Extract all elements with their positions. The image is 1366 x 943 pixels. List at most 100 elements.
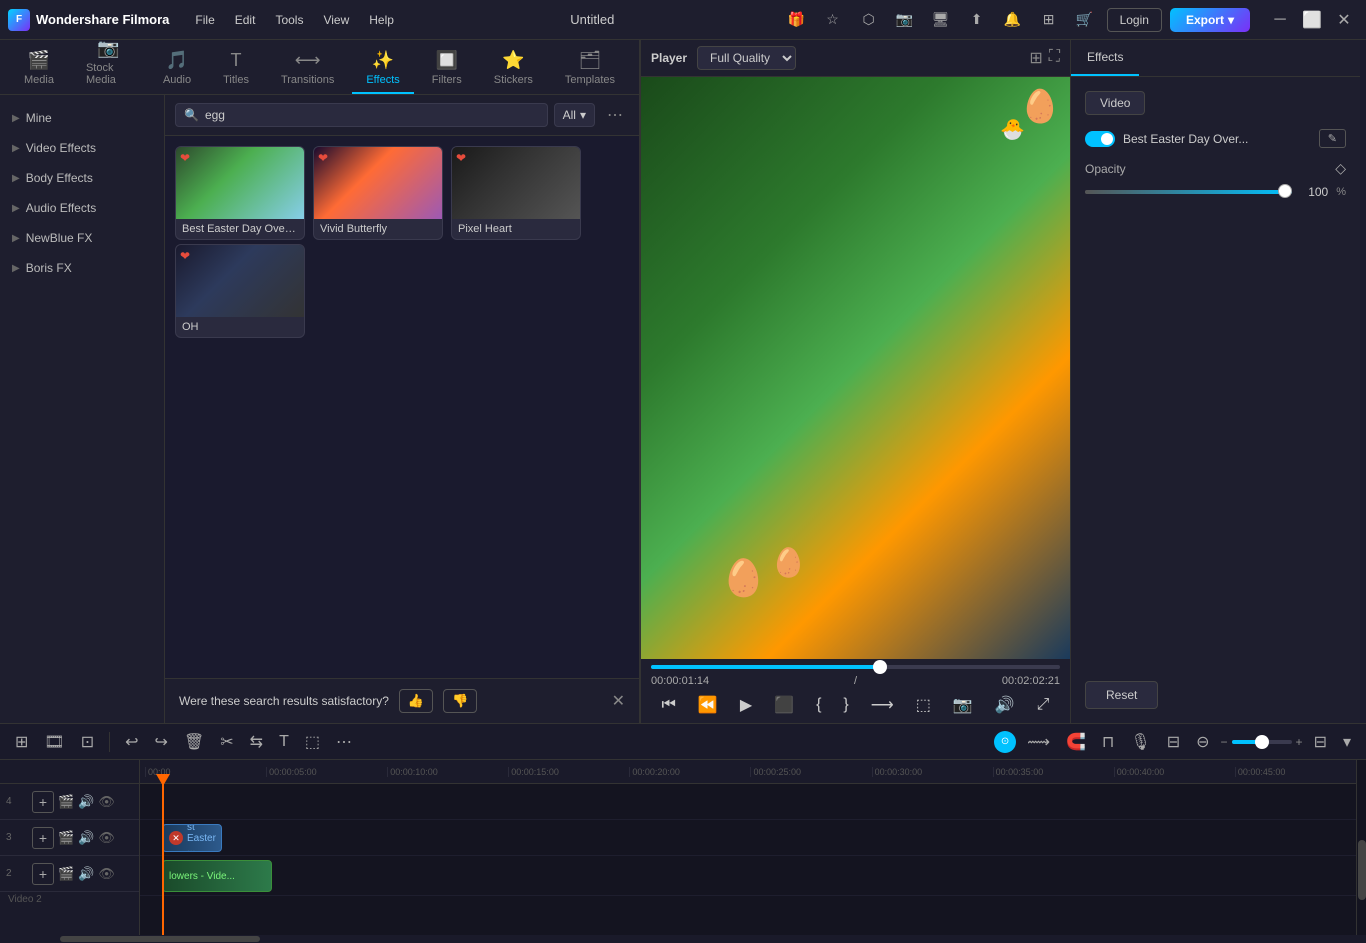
tab-filters[interactable]: 🔲 Filters: [418, 44, 476, 94]
tab-stickers[interactable]: ⭐ Stickers: [480, 44, 547, 94]
audio-record-button[interactable]: 🎙: [1125, 730, 1155, 754]
delete-button[interactable]: 🗑: [179, 730, 209, 754]
reset-button[interactable]: Reset: [1085, 681, 1158, 709]
search-input[interactable]: [205, 108, 539, 122]
track-eye-icon-3[interactable]: 👁: [98, 830, 115, 846]
star-icon[interactable]: ☆: [819, 6, 847, 34]
freeze-frame-button[interactable]: ⬚: [300, 730, 325, 754]
tab-audio[interactable]: 🎵 Audio: [149, 44, 205, 94]
track-add-button-3[interactable]: +: [32, 827, 54, 849]
effect-card-oh[interactable]: ❤ OH: [175, 244, 305, 338]
layout-button[interactable]: ⊟: [1309, 730, 1332, 754]
track-add-button-2[interactable]: +: [32, 863, 54, 885]
track-add-button-4[interactable]: +: [32, 791, 54, 813]
track-eye-icon-2[interactable]: 👁: [98, 866, 115, 882]
effect-clip-easter[interactable]: ✕ st Easter ...: [162, 824, 222, 852]
track-audio-icon-4[interactable]: 🔊: [78, 794, 94, 810]
video-clip-flowers[interactable]: lowers - Vide...: [162, 860, 272, 892]
extract-button[interactable]: ⟶: [865, 693, 900, 717]
keyframe-icon[interactable]: ◇: [1335, 160, 1346, 177]
playhead[interactable]: [162, 784, 164, 935]
tab-media[interactable]: 🎬 Media: [10, 44, 68, 94]
opacity-handle[interactable]: [1278, 184, 1292, 198]
quality-select[interactable]: Full Quality 1/2 Quality 1/4 Quality: [697, 46, 796, 70]
clip-delete-button[interactable]: ✕: [169, 831, 183, 845]
vscrollbar-thumb[interactable]: [1358, 840, 1366, 900]
prev-frame-button[interactable]: ⏮: [656, 694, 682, 716]
close-button[interactable]: ✕: [1330, 6, 1358, 34]
filter-dropdown[interactable]: All ▾: [554, 103, 595, 127]
sidebar-item-audio-effects[interactable]: ▶ Audio Effects: [0, 193, 164, 223]
markers-button[interactable]: ⊓: [1097, 730, 1119, 754]
effect-card-butterfly[interactable]: ❤ Vivid Butterfly: [313, 146, 443, 240]
sidebar-item-body-effects[interactable]: ▶ Body Effects: [0, 163, 164, 193]
add-track-button[interactable]: ⊞: [10, 730, 33, 754]
hscrollbar-thumb[interactable]: [60, 936, 260, 942]
menu-tools[interactable]: Tools: [267, 9, 311, 31]
track-audio-icon-2[interactable]: 🔊: [78, 866, 94, 882]
zoom-fit-button[interactable]: ⊡: [76, 730, 99, 754]
tab-transitions[interactable]: ⟷ Transitions: [267, 44, 348, 94]
notification-icon[interactable]: 🔔: [999, 6, 1027, 34]
grid-view-icon[interactable]: ⊞: [1029, 48, 1042, 68]
progress-handle[interactable]: [873, 660, 887, 674]
screen-icon[interactable]: 🖥: [927, 6, 955, 34]
redo-button[interactable]: ↪: [150, 730, 173, 754]
upload-icon[interactable]: ⬆: [963, 6, 991, 34]
settings-button[interactable]: ▾: [1338, 730, 1356, 754]
undo-button[interactable]: ↩: [120, 730, 143, 754]
pip-button[interactable]: ⬚: [910, 693, 937, 717]
menu-view[interactable]: View: [315, 9, 357, 31]
audio-button[interactable]: 🔊: [989, 693, 1021, 717]
magnet-button[interactable]: 🧲: [1061, 730, 1091, 754]
menu-file[interactable]: File: [187, 9, 222, 31]
fullscreen-button[interactable]: ⤢: [1031, 694, 1056, 716]
effect-edit-button[interactable]: ✎: [1319, 129, 1346, 148]
stop-button[interactable]: ⬛: [768, 693, 800, 717]
custom-track-button[interactable]: 🎞: [39, 730, 69, 754]
split-button[interactable]: ⇆: [245, 730, 268, 754]
progress-bar[interactable]: [651, 665, 1060, 669]
video-tab-button[interactable]: Video: [1085, 91, 1145, 115]
timeline-ruler[interactable]: 00:00 00:00:05:00 00:00:10:00 00:00:15:0…: [140, 760, 1356, 784]
maximize-button[interactable]: ⬜: [1298, 6, 1326, 34]
opacity-slider[interactable]: [1085, 190, 1292, 194]
tab-effects[interactable]: ✨ Effects: [352, 44, 413, 94]
more-tl-button[interactable]: ⋯: [331, 730, 357, 754]
minimize-button[interactable]: ─: [1266, 6, 1294, 34]
rewind-button[interactable]: ⏪: [692, 693, 724, 717]
track-eye-icon-4[interactable]: 👁: [98, 794, 115, 810]
gift-icon[interactable]: 🎁: [783, 6, 811, 34]
split-audio-button[interactable]: ⊖: [1191, 730, 1214, 754]
sidebar-item-mine[interactable]: ▶ Mine: [0, 103, 164, 133]
mark-in-button[interactable]: {: [810, 694, 827, 716]
tab-titles[interactable]: T Titles: [209, 44, 263, 94]
timeline-hscrollbar[interactable]: [0, 935, 1366, 943]
effect-card-easter[interactable]: ❤ Best Easter Day Overla...: [175, 146, 305, 240]
camera-icon[interactable]: 📷: [891, 6, 919, 34]
more-options-button[interactable]: ⋯: [601, 103, 629, 127]
track-audio-icon-3[interactable]: 🔊: [78, 830, 94, 846]
login-button[interactable]: Login: [1107, 8, 1162, 32]
right-tab-effects[interactable]: Effects: [1071, 40, 1139, 76]
effect-card-pixel[interactable]: ❤ Pixel Heart: [451, 146, 581, 240]
grid-icon[interactable]: ⊞: [1035, 6, 1063, 34]
sidebar-item-boris-fx[interactable]: ▶ Boris FX: [0, 253, 164, 283]
play-button[interactable]: ▶: [734, 693, 758, 717]
sidebar-item-newblue-fx[interactable]: ▶ NewBlue FX: [0, 223, 164, 253]
snapshot-button[interactable]: 📷: [947, 693, 979, 717]
cut-button[interactable]: ✂: [215, 730, 238, 754]
cart-icon[interactable]: 🛒: [1071, 6, 1099, 34]
captions-button[interactable]: ⊟: [1162, 730, 1185, 754]
thumbdown-button[interactable]: 👎: [443, 689, 477, 713]
menu-help[interactable]: Help: [361, 9, 402, 31]
tab-templates[interactable]: 🗂 Templates: [551, 44, 629, 94]
timeline-vscrollbar[interactable]: [1356, 760, 1366, 935]
thumbup-button[interactable]: 👍: [399, 689, 433, 713]
fullscreen-icon[interactable]: ⛶: [1049, 48, 1060, 68]
tab-stock-media[interactable]: 📷 Stock Media: [72, 32, 145, 94]
effect-toggle[interactable]: [1085, 131, 1115, 147]
text-button[interactable]: T: [274, 731, 294, 753]
sidebar-item-video-effects[interactable]: ▶ Video Effects: [0, 133, 164, 163]
mark-out-button[interactable]: }: [837, 694, 854, 716]
